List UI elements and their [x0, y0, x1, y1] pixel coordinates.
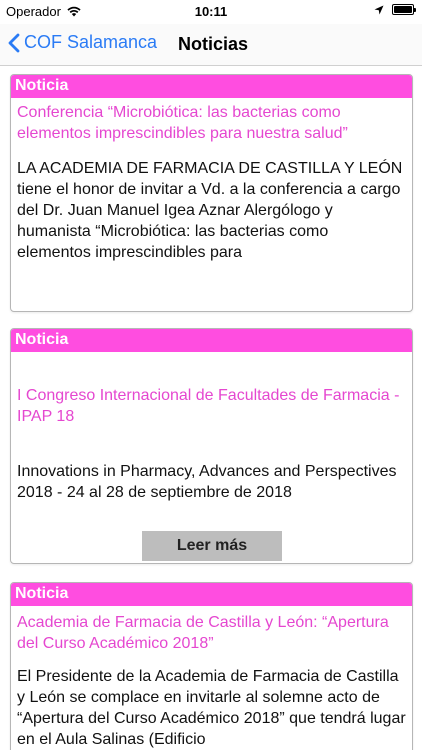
news-card[interactable]: Noticia Conferencia “Microbiótica: las b… — [10, 74, 413, 312]
news-card-body: LA ACADEMIA DE FARMACIA DE CASTILLA Y LE… — [17, 160, 403, 261]
news-card[interactable]: Noticia I Congreso Internacional de Facu… — [10, 328, 413, 564]
news-card-title[interactable]: Academia de Farmacia de Castilla y León:… — [11, 612, 412, 654]
battery-icon — [392, 4, 416, 15]
news-card-header: Noticia — [11, 75, 412, 98]
news-card-body: El Presidente de la Academia de Farmacia… — [17, 668, 406, 748]
chevron-left-icon — [8, 33, 20, 52]
news-card-title[interactable]: Conferencia “Microbiótica: las bacterias… — [11, 102, 412, 144]
status-bar: Operador 10:11 — [0, 0, 422, 24]
location-arrow-icon — [374, 5, 384, 14]
news-list[interactable]: Noticia Conferencia “Microbiótica: las b… — [0, 66, 422, 750]
news-card-header: Noticia — [11, 329, 412, 352]
news-card-header: Noticia — [11, 583, 412, 606]
back-label: COF Salamanca — [24, 32, 158, 52]
battery-fill — [394, 6, 412, 13]
status-right — [374, 4, 416, 15]
news-card-body: Innovations in Pharmacy, Advances and Pe… — [17, 463, 397, 501]
news-card[interactable]: Noticia Academia de Farmacia de Castilla… — [10, 582, 413, 750]
read-more-button[interactable]: Leer más — [142, 531, 282, 561]
news-card-title[interactable]: I Congreso Internacional de Facultades d… — [11, 385, 412, 427]
back-button[interactable]: COF Salamanca — [8, 32, 157, 53]
page-title: Noticias — [178, 34, 249, 54]
navigation-bar: COF Salamanca Noticias — [0, 24, 422, 66]
status-time: 10:11 — [194, 4, 228, 19]
